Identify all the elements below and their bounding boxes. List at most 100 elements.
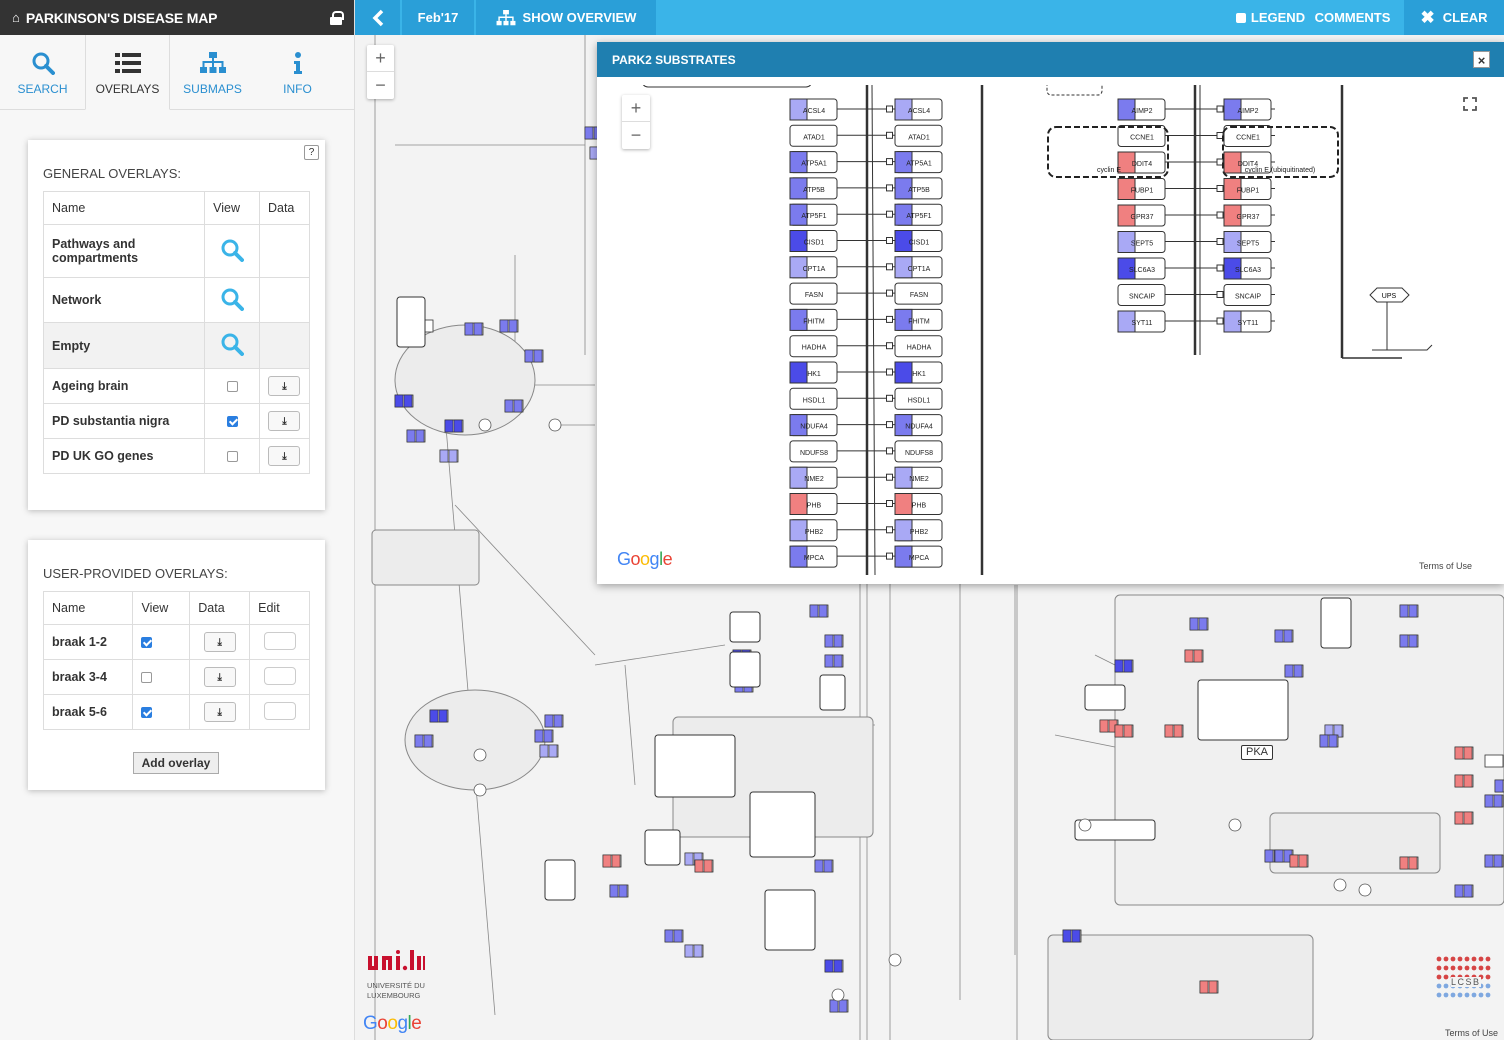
substrate-node-ubiquitinated[interactable]: CCNE1: [1223, 125, 1272, 147]
substrate-node[interactable]: HK1: [789, 361, 838, 384]
substrate-node-ubiquitinated[interactable]: ATAD1: [894, 124, 943, 147]
view-search-button[interactable]: [204, 224, 260, 278]
legend-checkbox[interactable]: [1235, 12, 1246, 23]
process-node[interactable]: [1228, 818, 1242, 832]
substrate-node[interactable]: FHITM: [789, 308, 838, 331]
substrate-node-ubiquitinated[interactable]: ACSL4: [894, 98, 943, 121]
process-node[interactable]: [473, 748, 487, 762]
complex-node[interactable]: [544, 859, 576, 901]
add-overlay-button[interactable]: Add overlay: [133, 752, 219, 774]
substrate-node[interactable]: PHB: [789, 493, 838, 515]
complex-node[interactable]: [819, 674, 846, 711]
complex-node[interactable]: [654, 734, 736, 798]
substrate-node-ubiquitinated[interactable]: SLC6A3: [1223, 257, 1272, 280]
map-node[interactable]: [1184, 649, 1204, 663]
substrate-node-ubiquitinated[interactable]: PHB: [894, 493, 943, 515]
substrate-node-ubiquitinated[interactable]: FUBP1: [1223, 178, 1272, 200]
map-node[interactable]: [544, 714, 564, 728]
map-node[interactable]: [1199, 980, 1219, 994]
substrate-node-ubiquitinated[interactable]: PHB2: [894, 519, 943, 542]
complex-node[interactable]: [764, 889, 816, 951]
substrate-node[interactable]: SYT11: [1117, 310, 1166, 333]
view-checkbox[interactable]: [141, 637, 153, 649]
process-node[interactable]: [1358, 883, 1372, 897]
map-node[interactable]: [694, 859, 714, 873]
terms-link[interactable]: Terms of Use: [1445, 1028, 1498, 1038]
tab-info[interactable]: INFO: [255, 35, 340, 109]
view-checkbox[interactable]: [226, 381, 238, 393]
substrate-node-ubiquitinated[interactable]: SEPT5: [1223, 231, 1272, 253]
complex-node[interactable]: [729, 611, 761, 643]
popup-map-canvas[interactable]: ACSL4 ATAD1 ATP5A1 ATP5B ATP5F1 CISD1 CPT1A FAS…: [612, 85, 1492, 575]
substrate-node[interactable]: PHB2: [789, 519, 838, 542]
version-button[interactable]: Feb'17: [402, 0, 474, 35]
map-node[interactable]: [1494, 779, 1504, 793]
substrate-node[interactable]: ATP5A1: [789, 151, 838, 174]
substrate-node-ubiquitinated[interactable]: ATP5F1: [894, 203, 943, 226]
edit-button[interactable]: [263, 701, 296, 720]
process-node[interactable]: [1078, 818, 1092, 832]
substrate-node-ubiquitinated[interactable]: FASN: [894, 282, 943, 305]
complex-node[interactable]: [644, 829, 681, 866]
map-node[interactable]: [539, 744, 559, 758]
map-node[interactable]: [406, 429, 426, 443]
map-node[interactable]: [814, 859, 834, 873]
legend-toggle[interactable]: LEGEND: [1233, 0, 1308, 35]
substrate-node[interactable]: GPR37: [1117, 204, 1166, 227]
map-node[interactable]: [1399, 856, 1419, 870]
substrate-node-ubiquitinated[interactable]: SYT11: [1223, 310, 1272, 333]
map-node[interactable]: [1454, 884, 1474, 898]
substrate-node[interactable]: ATAD1: [789, 124, 838, 147]
process-node[interactable]: [831, 988, 845, 1002]
substrate-node-ubiquitinated[interactable]: HSDL1: [894, 387, 943, 410]
view-checkbox[interactable]: [141, 672, 153, 684]
map-node[interactable]: [1484, 794, 1504, 808]
substrate-node-ubiquitinated[interactable]: FHITM: [894, 308, 943, 331]
substrate-node[interactable]: AIMP2: [1117, 98, 1166, 121]
map-node[interactable]: [602, 854, 622, 868]
substrate-node[interactable]: FASN: [789, 282, 838, 305]
map-node[interactable]: [824, 634, 844, 648]
map-node[interactable]: [609, 884, 629, 898]
map-node[interactable]: [464, 322, 484, 336]
download-button[interactable]: ⤓: [268, 446, 301, 466]
substrate-node-ubiquitinated[interactable]: ATP5A1: [894, 151, 943, 174]
close-button[interactable]: ×: [1473, 51, 1490, 68]
substrate-node[interactable]: NDUFS8: [789, 440, 838, 463]
process-node[interactable]: [478, 418, 492, 432]
map-node[interactable]: [414, 734, 434, 748]
substrate-node-ubiquitinated[interactable]: CISD1: [894, 230, 943, 252]
substrate-node-ubiquitinated[interactable]: GPR37: [1223, 204, 1272, 227]
substrate-node[interactable]: ATP5F1: [789, 203, 838, 226]
edit-button[interactable]: [263, 631, 296, 650]
tab-search[interactable]: SEARCH: [0, 35, 85, 109]
zoom-out-button[interactable]: −: [622, 122, 650, 149]
clear-button[interactable]: ✖ CLEAR: [1404, 0, 1504, 35]
complex-node[interactable]: [729, 651, 761, 688]
zoom-out-button[interactable]: −: [367, 72, 394, 99]
map-node[interactable]: [1484, 854, 1504, 868]
lock-icon[interactable]: [330, 10, 344, 25]
fullscreen-icon[interactable]: [1463, 97, 1477, 111]
substrate-node-ubiquitinated[interactable]: NME2: [894, 466, 943, 489]
map-node[interactable]: [1454, 811, 1474, 825]
back-button[interactable]: [355, 0, 400, 35]
process-node[interactable]: [888, 953, 902, 967]
map-node[interactable]: [534, 729, 554, 743]
substrate-node[interactable]: MPCA: [789, 545, 838, 568]
view-checkbox[interactable]: [226, 416, 238, 428]
map-node[interactable]: [1319, 734, 1339, 748]
map-node[interactable]: [394, 394, 414, 408]
zoom-in-button[interactable]: +: [622, 95, 650, 122]
map-node[interactable]: [1114, 724, 1134, 738]
map-node[interactable]: [1274, 629, 1294, 643]
edit-button[interactable]: [263, 666, 296, 685]
submap-diagram[interactable]: ACSL4 ATAD1 ATP5A1 ATP5B ATP5F1 CISD1 CPT1A FAS…: [612, 85, 1492, 575]
map-node[interactable]: [1062, 929, 1082, 943]
substrate-node[interactable]: FUBP1: [1117, 178, 1166, 200]
home-icon[interactable]: ⌂: [12, 10, 20, 25]
view-checkbox[interactable]: [226, 451, 238, 463]
substrate-node-ubiquitinated[interactable]: ATP5B: [894, 177, 943, 200]
download-button[interactable]: ⤓: [203, 632, 236, 652]
complex-node[interactable]: [749, 791, 816, 858]
